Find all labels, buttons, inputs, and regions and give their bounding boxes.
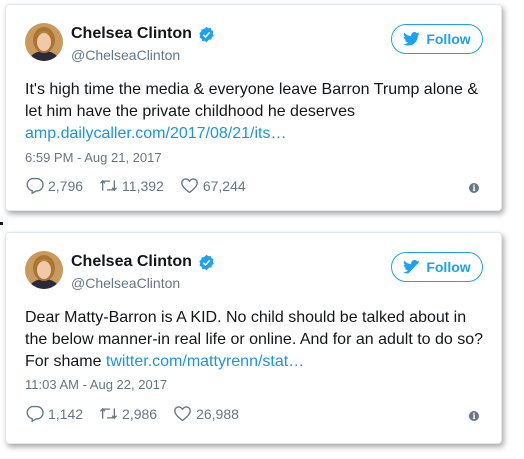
retweet-icon [100,179,118,192]
verified-badge-icon [199,26,214,42]
author-handle[interactable]: @ChelseaClinton [71,275,180,291]
tweet-card-2: Chelsea Clinton @ChelseaClinton Follow D… [5,232,502,444]
reply-icon [26,405,44,422]
tweet-card-1: Chelsea Clinton @ChelseaClinton Follow I… [5,4,502,211]
like-icon [174,406,192,422]
author-handle[interactable]: @ChelseaClinton [71,47,180,63]
retweet-count: 11,392 [122,177,164,194]
author-name-text: Chelsea Clinton [71,253,192,270]
reply-count: 2,796 [48,177,84,194]
page-bullet-mark [0,222,3,225]
reply-count: 1,142 [48,405,84,422]
follow-button[interactable]: Follow [391,24,483,54]
author-name[interactable]: Chelsea Clinton [71,253,215,271]
avatar[interactable] [25,23,63,61]
author-name-text: Chelsea Clinton [71,25,192,42]
retweet-icon [100,407,118,420]
reply-icon [26,177,44,194]
author-name[interactable]: Chelsea Clinton [71,25,215,43]
like-icon [180,178,198,194]
like-button[interactable]: 26,988 [173,405,239,422]
follow-label: Follow [426,31,471,47]
like-count: 67,244 [202,177,246,194]
retweet-count: 2,986 [122,405,158,422]
follow-label: Follow [426,259,471,275]
like-count: 26,988 [196,405,239,422]
avatar[interactable] [25,251,63,289]
tweet-body: It's high time the media & everyone leav… [25,81,479,120]
twitter-bird-icon [403,260,420,274]
tweet-text: Dear Matty-Barron is A KID. No child sho… [25,307,487,373]
tweet-text: It's high time the media & everyone leav… [25,79,487,145]
tweet-timestamp[interactable]: 11:03 AM - Aug 22, 2017 [25,377,167,392]
tweet-timestamp[interactable]: 6:59 PM - Aug 21, 2017 [25,150,162,165]
tweet-link[interactable]: twitter.com/mattyrenn/stat… [106,353,304,370]
info-icon[interactable]: i [469,411,479,421]
info-icon[interactable]: i [469,183,479,193]
tweet-actions: 1,142 2,986 26,988 [25,405,255,422]
reply-button[interactable]: 1,142 [25,405,83,422]
twitter-bird-icon [403,32,420,46]
follow-button[interactable]: Follow [391,252,483,282]
verified-badge-icon [199,254,214,270]
retweet-button[interactable]: 11,392 [99,177,164,194]
like-button[interactable]: 67,244 [180,177,246,194]
tweet-actions: 2,796 11,392 67,244 [25,177,262,194]
retweet-button[interactable]: 2,986 [99,405,157,422]
reply-button[interactable]: 2,796 [25,177,83,194]
tweet-link[interactable]: amp.dailycaller.com/2017/08/21/its… [25,125,286,142]
